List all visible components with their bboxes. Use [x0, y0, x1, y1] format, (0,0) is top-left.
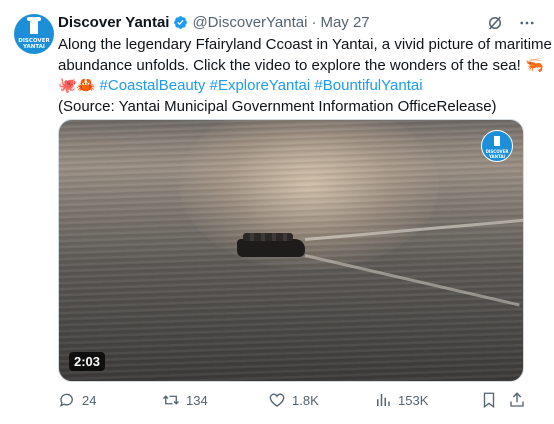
more-icon[interactable] — [518, 14, 536, 32]
repost-count: 134 — [186, 392, 208, 408]
hashtag-link[interactable]: #BountifulYantai — [314, 77, 422, 94]
grok-icon[interactable] — [486, 14, 504, 32]
reply-button[interactable]: 24 — [58, 391, 96, 409]
lighthouse-icon — [494, 136, 500, 146]
verified-badge-icon — [174, 15, 188, 29]
bookmark-button[interactable] — [480, 391, 498, 409]
video-player[interactable]: DISCOVER YANTAI 2:03 — [58, 119, 524, 382]
bookmark-icon — [483, 392, 495, 409]
hashtag-link[interactable]: #ExploreYantai — [210, 77, 311, 94]
views-count: 153K — [398, 392, 429, 408]
user-handle[interactable]: @DiscoverYantai — [192, 14, 307, 31]
reply-icon — [59, 393, 73, 407]
avatar-brand-text: DISCOVER YANTAI — [18, 38, 50, 50]
octopus-crab-emoji: 🐙🦀 — [58, 77, 96, 94]
watermark-text: DISCOVER YANTAI — [485, 149, 509, 159]
hashtag-link[interactable]: #CoastalBeauty — [100, 77, 206, 94]
video-watermark-logo: DISCOVER YANTAI — [481, 130, 513, 162]
tweet-card[interactable]: DISCOVER YANTAI Discover Yantai @Discove… — [0, 0, 554, 424]
avatar[interactable]: DISCOVER YANTAI — [14, 14, 54, 54]
views-button[interactable]: 153K — [374, 391, 428, 409]
reply-count: 24 — [82, 392, 97, 408]
views-icon — [377, 394, 390, 406]
tweet-top-actions — [486, 14, 536, 32]
tweet-text: Along the legendary Ffairyland Ccoast in… — [58, 35, 552, 117]
tweet-text-line: Along the legendary Ffairyland Ccoast in… — [58, 36, 552, 53]
like-icon — [269, 393, 285, 407]
hashtag-line: 🐙🦀 #CoastalBeauty #ExploreYantai #Bounti… — [58, 76, 538, 97]
share-icon — [510, 392, 524, 407]
like-button[interactable]: 1.8K — [268, 391, 319, 409]
post-date[interactable]: May 27 — [320, 14, 369, 31]
repost-icon — [163, 395, 179, 405]
share-button[interactable] — [508, 391, 526, 409]
tweet-text-line: abundance unfolds. Click the video to ex… — [58, 56, 544, 74]
video-duration: 2:03 — [69, 352, 106, 371]
display-name[interactable]: Discover Yantai — [58, 14, 169, 31]
repost-button[interactable]: 134 — [162, 391, 208, 409]
separator-dot: · — [311, 13, 317, 31]
tweet-header: Discover Yantai @DiscoverYantai · May 27 — [58, 12, 370, 32]
source-text: (Source: Yantai Municipal Government Inf… — [58, 97, 497, 115]
lighthouse-icon — [27, 17, 41, 34]
like-count: 1.8K — [292, 392, 319, 408]
boat — [237, 233, 305, 257]
action-bar: 24 134 1.8K 153K — [58, 391, 528, 411]
